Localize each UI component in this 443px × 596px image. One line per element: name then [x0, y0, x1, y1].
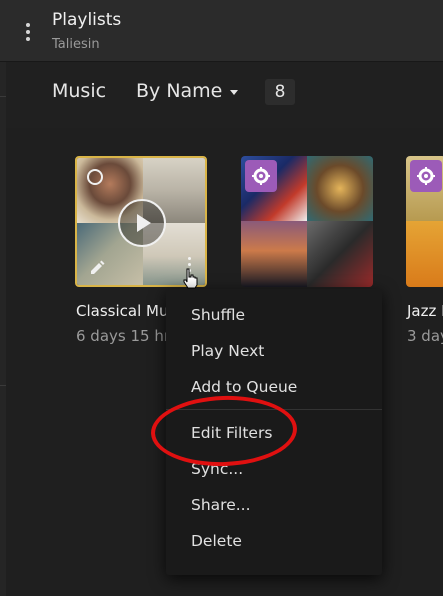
item-count-badge: 8 — [265, 79, 295, 105]
sort-dropdown[interactable]: By Name — [136, 80, 239, 102]
sort-label: By Name — [136, 80, 223, 102]
left-gutter — [0, 62, 6, 596]
album-art — [307, 156, 373, 221]
pencil-icon[interactable] — [88, 259, 106, 277]
page-title: Playlists — [52, 10, 122, 30]
menu-item-shuffle[interactable]: Shuffle — [166, 297, 382, 333]
divider — [0, 385, 6, 386]
smart-playlist-gear-icon — [245, 160, 277, 192]
smart-playlist-gear-icon — [410, 160, 442, 192]
header-menu-icon[interactable] — [18, 18, 38, 46]
playlist-card[interactable] — [241, 156, 373, 287]
menu-item-share[interactable]: Share... — [166, 487, 382, 523]
select-checkbox[interactable] — [87, 169, 103, 185]
album-art — [307, 221, 373, 287]
album-art — [406, 221, 443, 287]
server-name: Taliesin — [52, 37, 100, 52]
play-button[interactable] — [118, 199, 166, 247]
playlist-card[interactable] — [406, 156, 443, 287]
playlist-duration: 6 days 15 hr — [76, 327, 171, 345]
playlist-title[interactable]: Jazz I — [407, 302, 443, 320]
section-dropdown[interactable]: Music — [52, 80, 106, 102]
playlist-duration: 3 day — [407, 327, 443, 345]
hand-cursor-icon — [183, 268, 198, 289]
album-art — [241, 221, 307, 287]
app-header: Playlists Taliesin — [0, 0, 443, 62]
playlist-title[interactable]: Classical Mu — [76, 302, 168, 320]
menu-item-play-next[interactable]: Play Next — [166, 333, 382, 369]
caret-down-icon — [230, 89, 239, 95]
play-icon — [137, 214, 151, 232]
menu-item-delete[interactable]: Delete — [166, 523, 382, 559]
